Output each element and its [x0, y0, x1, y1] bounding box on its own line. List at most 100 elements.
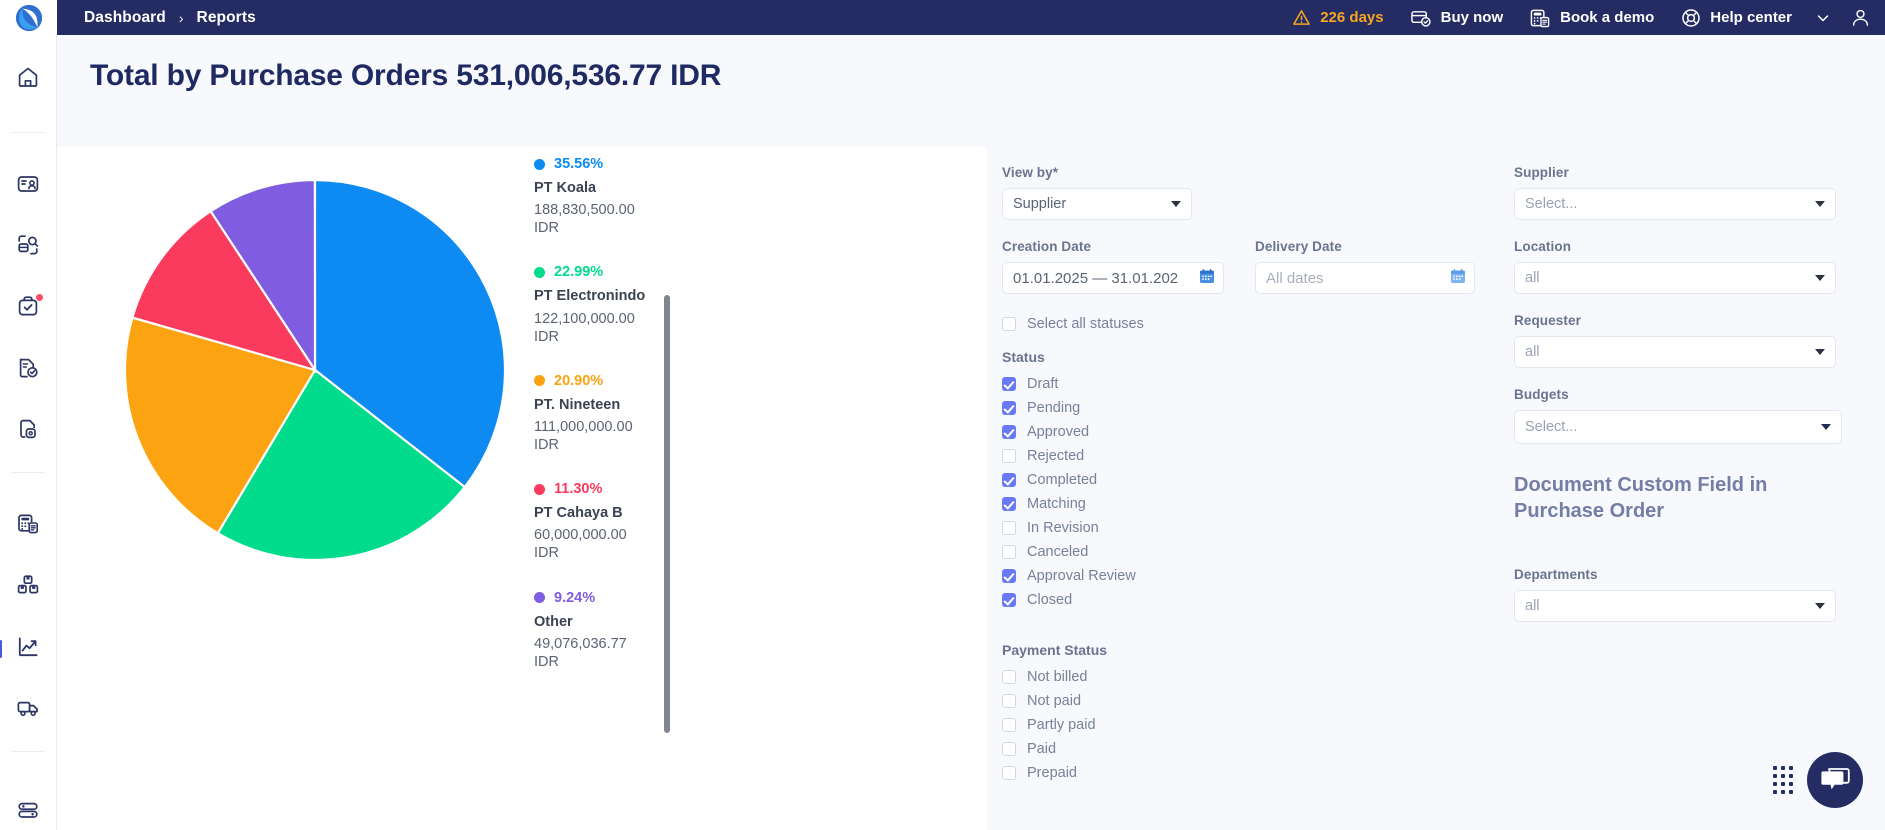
legend-color-dot [534, 484, 545, 495]
legend-item-header: 22.99% [534, 264, 684, 280]
payment-status-checkbox[interactable] [1002, 742, 1016, 756]
creation-date-field: Creation Date 01.01.2025 — 31.01.202 [1002, 239, 1224, 294]
status-row[interactable]: Canceled [1002, 540, 1136, 564]
status-row[interactable]: Draft [1002, 372, 1136, 396]
payment-status-group-title: Payment Status [1002, 642, 1107, 658]
sidebar-item-contacts[interactable] [6, 165, 50, 204]
status-checkbox[interactable] [1002, 449, 1016, 463]
language-chevron-button[interactable] [1816, 11, 1830, 25]
breadcrumb-dashboard[interactable]: Dashboard [84, 9, 166, 27]
view-by-select[interactable]: Supplier [1002, 188, 1192, 220]
delivery-date-input[interactable]: All dates [1255, 262, 1475, 294]
budgets-select[interactable]: Select... [1514, 410, 1842, 444]
status-checkbox[interactable] [1002, 545, 1016, 559]
status-row[interactable]: Closed [1002, 588, 1136, 612]
sidebar-item-inventory[interactable] [6, 566, 50, 605]
payment-status-checkbox[interactable] [1002, 766, 1016, 780]
legend-item[interactable]: 35.56%PT Koala188,830,500.00 IDR [534, 156, 684, 237]
document-custom-field-section: Document Custom Field in Purchase Order [1514, 472, 1782, 538]
legend-item-header: 9.24% [534, 590, 684, 606]
calendar-icon[interactable] [1450, 268, 1466, 289]
status-checkbox[interactable] [1002, 473, 1016, 487]
trial-days-label: 226 days [1320, 9, 1383, 26]
status-checkbox[interactable] [1002, 497, 1016, 511]
status-row[interactable]: Matching [1002, 492, 1136, 516]
filters-right-column: Supplier Select... Location all Requeste… [1502, 147, 1882, 830]
app-logo[interactable] [0, 0, 57, 35]
sidebar-item-approvals[interactable] [6, 287, 50, 326]
payment-status-label: Partly paid [1027, 717, 1096, 733]
payment-status-row[interactable]: Prepaid [1002, 761, 1107, 785]
status-checkbox[interactable] [1002, 593, 1016, 607]
chevron-down-icon [1815, 349, 1825, 355]
departments-select[interactable]: all [1514, 590, 1836, 622]
legend-percent: 9.24% [554, 590, 595, 606]
status-row[interactable]: Pending [1002, 396, 1136, 420]
sidebar-item-invoices[interactable] [6, 505, 50, 544]
sidebar-item-contracts[interactable] [6, 409, 50, 448]
status-checkbox[interactable] [1002, 401, 1016, 415]
chat-support-button[interactable] [1807, 752, 1863, 808]
select-all-statuses-row[interactable]: Select all statuses [1002, 312, 1144, 336]
book-a-demo-button[interactable]: Book a demo [1530, 8, 1654, 28]
legend-label: PT. Nineteen [534, 396, 684, 414]
sidebar-item-home[interactable] [6, 57, 50, 96]
legend-scrollbar[interactable] [664, 295, 670, 733]
requester-select[interactable]: all [1514, 336, 1836, 368]
payment-status-row[interactable]: Not billed [1002, 665, 1107, 689]
document-check-icon [16, 356, 40, 380]
payment-status-checkbox[interactable] [1002, 670, 1016, 684]
payment-status-row[interactable]: Partly paid [1002, 713, 1107, 737]
sidebar-item-deliveries[interactable] [6, 688, 50, 727]
card-check-icon [1411, 8, 1432, 28]
supplier-value: Select... [1525, 196, 1577, 212]
select-all-statuses-checkbox[interactable] [1002, 317, 1016, 331]
trial-days-indicator[interactable]: 226 days [1292, 8, 1383, 27]
status-row[interactable]: Completed [1002, 468, 1136, 492]
request-search-icon [16, 233, 40, 257]
creation-date-input[interactable]: 01.01.2025 — 31.01.202 [1002, 262, 1224, 294]
status-label: Approved [1027, 424, 1089, 440]
payment-status-checkbox[interactable] [1002, 718, 1016, 732]
creation-date-value: 01.01.2025 — 31.01.202 [1013, 270, 1178, 287]
payment-status-checkbox[interactable] [1002, 694, 1016, 708]
help-center-button[interactable]: Help center [1681, 8, 1792, 28]
sidebar-divider-1 [11, 132, 45, 133]
sidebar-item-documents[interactable] [6, 348, 50, 387]
drag-handle-icon[interactable] [1773, 766, 1793, 794]
sidebar-item-requests[interactable] [6, 226, 50, 265]
buy-now-button[interactable]: Buy now [1411, 8, 1504, 28]
status-label: In Revision [1027, 520, 1099, 536]
page-content: Total by Purchase Orders 531,006,536.77 … [57, 35, 1885, 830]
supplier-select[interactable]: Select... [1514, 188, 1836, 220]
calendar-icon[interactable] [1199, 268, 1215, 289]
sidebar-item-settings[interactable] [6, 791, 50, 830]
breadcrumb-reports[interactable]: Reports [197, 9, 256, 27]
payment-status-row[interactable]: Paid [1002, 737, 1107, 761]
account-menu-button[interactable] [1850, 7, 1871, 28]
status-row[interactable]: In Revision [1002, 516, 1136, 540]
payment-status-label: Prepaid [1027, 765, 1077, 781]
supplier-label: Supplier [1514, 165, 1836, 180]
status-row[interactable]: Rejected [1002, 444, 1136, 468]
legend-item[interactable]: 11.30%PT Cahaya B60,000,000.00 IDR [534, 481, 684, 562]
status-checkbox[interactable] [1002, 569, 1016, 583]
legend-item[interactable]: 20.90%PT. Nineteen111,000,000.00 IDR [534, 373, 684, 454]
legend-item[interactable]: 9.24%Other49,076,036.77 IDR [534, 590, 684, 671]
sidebar-item-reports[interactable] [6, 627, 50, 666]
legend-label: PT Koala [534, 179, 684, 197]
legend-item[interactable]: 22.99%PT Electronindo122,100,000.00 IDR [534, 264, 684, 345]
status-checkbox[interactable] [1002, 425, 1016, 439]
custom-field-section-title: Document Custom Field in Purchase Order [1514, 472, 1782, 524]
status-label: Matching [1027, 496, 1086, 512]
pie-chart[interactable] [120, 175, 510, 565]
location-label: Location [1514, 239, 1836, 254]
status-row[interactable]: Approved [1002, 420, 1136, 444]
user-avatar-icon [1850, 7, 1871, 28]
book-a-demo-label: Book a demo [1560, 9, 1654, 26]
status-checkbox[interactable] [1002, 521, 1016, 535]
status-row[interactable]: Approval Review [1002, 564, 1136, 588]
status-checkbox[interactable] [1002, 377, 1016, 391]
location-select[interactable]: all [1514, 262, 1836, 294]
payment-status-row[interactable]: Not paid [1002, 689, 1107, 713]
